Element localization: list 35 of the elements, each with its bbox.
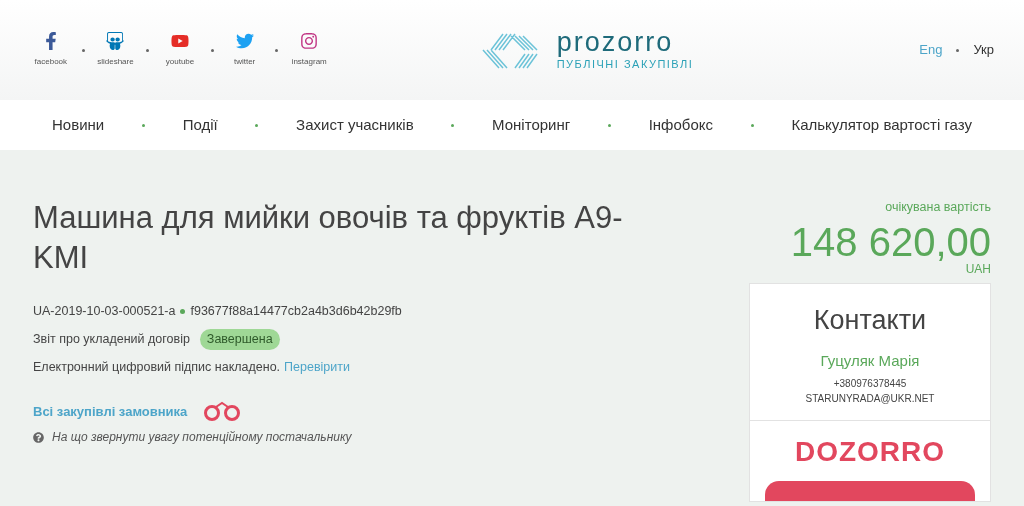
twitter-icon [235,32,254,50]
contact-email: STARUNYRADA@UKR.NET [805,391,935,406]
nav-link[interactable]: Захист учасників [296,113,414,137]
dozorro-button[interactable] [765,480,975,501]
youtube-icon [171,32,189,50]
tender-title: Машина для мийки овочів та фруктів A9-KMI [33,199,624,277]
contact-name: Гуцуляк Марія [820,351,920,372]
status-badge: Завершена [199,328,280,350]
nav-link[interactable]: Новини [52,113,105,137]
nav-link[interactable]: Події [182,113,218,137]
social-link[interactable]: instagram [288,32,330,68]
expected-value-amount: 148 620,00 [790,220,991,263]
binoculars-icon [203,400,242,423]
currency-label: UAH [965,262,991,275]
social-link[interactable]: twitter [223,32,266,68]
signature-text: Електронний цифровий підпис накладено. [33,358,281,376]
social-link[interactable]: youtube [159,32,201,68]
procedure-type: Звіт про укладений договір [33,330,190,348]
nav-link[interactable]: Моніторинг [492,113,571,137]
tender-id: UA-2019-10-03-000521-a [33,303,176,320]
social-link[interactable]: slideshare [94,32,137,68]
help-icon [33,431,44,443]
tender-hash: f93677f88a14477cb2a4b3d6b42b29fb [190,303,402,320]
nav-link[interactable]: Інфобокс [648,113,713,137]
slideshare-icon [106,32,125,50]
contacts-title: Контакти [813,303,927,337]
prozorro-logo[interactable]: prozorro ПУБЛІЧНІ ЗАКУПІВЛІ [480,27,694,73]
social-link[interactable]: facebook [30,32,72,68]
language-link[interactable]: Укр [973,40,994,60]
supplier-hint-link[interactable]: На що звернути увагу потенційному постачальнику [52,428,352,447]
expected-value-label: очікувана вартість [885,199,991,216]
contact-phone: +380976378445 [833,376,907,391]
nav-link[interactable]: Калькулятор вартості газу [791,113,972,137]
instagram-icon [300,32,319,50]
dozorro-logo[interactable]: DOZORRO [794,436,946,467]
